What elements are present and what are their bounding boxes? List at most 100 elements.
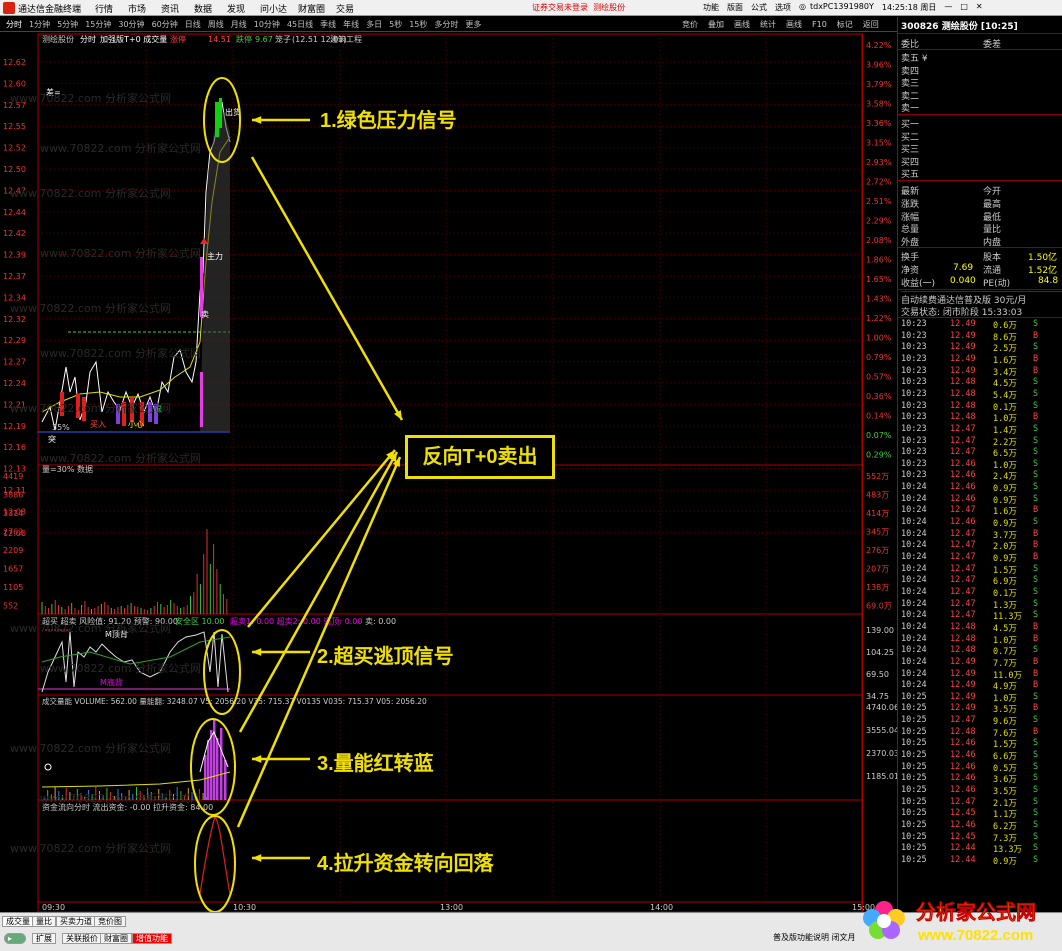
chart-tool-button[interactable]: 叠加 (708, 19, 724, 30)
menu-item[interactable]: 市场 (128, 2, 161, 15)
tick-time: 10:23 (901, 319, 927, 329)
chart-tool-button[interactable]: 画线 (786, 19, 802, 30)
price-tick: 12.55 (3, 122, 26, 131)
period-tab[interactable]: 分时 (6, 19, 22, 30)
chart-tool-button[interactable]: 返回 (863, 19, 879, 30)
trade-tick-row: 10:24 12.47 0.9万 B (898, 552, 1062, 564)
period-tab[interactable]: 月线 (231, 19, 247, 30)
callout-volume-red-blue: 3.量能红转蓝 (317, 753, 434, 775)
tick-price: 12.47 (950, 540, 976, 551)
tab-extend[interactable]: 扩展 (32, 933, 56, 944)
trade-tick-row: 10:23 12.49 3.4万 B (898, 366, 1062, 378)
menu-item[interactable]: 数据 (194, 2, 227, 15)
period-tab[interactable]: 更多 (465, 19, 481, 30)
options-menu[interactable]: 选项 (775, 2, 791, 13)
trade-tick-row: 10:23 12.48 4.5万 S (898, 377, 1062, 389)
chart-tool-button[interactable]: F10 (812, 20, 827, 29)
func-menu[interactable]: 功能 (703, 2, 719, 13)
tab-volume-ratio[interactable]: 量比 (32, 916, 56, 927)
formula-menu[interactable]: 公式 (751, 2, 767, 13)
period-tab[interactable]: 年线 (343, 19, 359, 30)
tick-volume: 3.7万 (993, 530, 1017, 541)
menu-item[interactable]: 资讯 (161, 2, 194, 15)
chart-tool-button[interactable]: 竞价 (682, 19, 698, 30)
tick-price: 12.48 (950, 400, 976, 411)
menu-item[interactable]: 问小达 (260, 2, 298, 15)
tick-side: B (1033, 726, 1039, 737)
period-tab[interactable]: 季线 (320, 19, 336, 30)
period-tab[interactable]: 30分钟 (118, 19, 144, 30)
subscription-notice[interactable]: 自动续费通达信普及版 30元/月 (901, 291, 1062, 306)
period-tab[interactable]: 多日 (366, 19, 382, 30)
period-tab[interactable]: 多分时 (434, 19, 458, 30)
period-tab[interactable]: 日线 (185, 19, 201, 30)
login-warning[interactable]: 证券交易未登录 测绘股份 (532, 2, 625, 13)
tab-fortune-circle[interactable]: 财富圈 (100, 933, 132, 944)
tick-time: 10:25 (901, 703, 927, 714)
tab-auction-chart[interactable]: 竞价图 (94, 916, 126, 927)
chart-tool-button[interactable]: 标记 (837, 19, 853, 30)
trade-tick-row: 10:23 12.46 2.4万 S (898, 470, 1062, 482)
ind2-volume-spike (224, 760, 227, 800)
period-tab[interactable]: 10分钟 (254, 19, 280, 30)
stat-label: 最低 (983, 212, 1002, 223)
chart-tool-button[interactable]: 画线 (734, 19, 750, 30)
tick-price: 12.49 (950, 656, 976, 667)
tick-volume: 1.0万 (993, 693, 1017, 704)
quote-divider (898, 180, 1062, 181)
pct-tick: 2.93% (866, 158, 892, 167)
trade-tick-row: 10:23 12.47 6.5万 S (898, 447, 1062, 459)
pct-tick: 1.43% (866, 295, 892, 304)
period-tab[interactable]: 5分钟 (57, 19, 78, 30)
price-tick: 12.42 (3, 229, 26, 238)
menu-item[interactable]: 交易 (336, 2, 369, 15)
watermark: www.70822.com 分析家公式网 (10, 91, 171, 105)
trade-tick-row: 10:25 12.47 2.1万 S (898, 797, 1062, 809)
tab-volume[interactable]: 成交量 (2, 916, 34, 927)
menu-item[interactable]: 发现 (227, 2, 260, 15)
period-tab[interactable]: 15秒 (409, 19, 427, 30)
tick-price: 12.47 (950, 796, 976, 807)
bid-level: 买三 (901, 145, 920, 155)
period-tab[interactable]: 15分钟 (85, 19, 111, 30)
user-icon[interactable]: ◎ (799, 2, 806, 13)
tick-time: 10:25 (901, 785, 927, 795)
price-tick: 12.19 (3, 422, 26, 431)
pct-tick: 0.36% (866, 392, 892, 401)
time-label: 13:00 (440, 903, 463, 912)
close-icon[interactable]: ✕ (976, 2, 983, 13)
tab-buy-sell-force[interactable]: 买卖力道 (56, 916, 96, 927)
period-tab[interactable]: 周线 (208, 19, 224, 30)
layout-menu[interactable]: 版面 (727, 2, 743, 13)
minimize-icon[interactable]: — (944, 2, 952, 13)
toggle-switch[interactable]: ▸ (4, 933, 26, 944)
tick-volume: 2.1万 (993, 798, 1017, 809)
limit-down-label: 跌停 (236, 34, 252, 44)
menu-item[interactable]: 行情 (95, 2, 128, 15)
chart-tool-button[interactable]: 统计 (760, 19, 776, 30)
period-tab[interactable]: 5秒 (389, 19, 402, 30)
period-tab[interactable]: 1分钟 (29, 19, 50, 30)
trade-tick-row: 10:24 12.49 7.7万 B (898, 657, 1062, 669)
trade-tick-row: 10:25 12.46 3.5万 S (898, 785, 1062, 797)
tick-time: 10:25 (901, 808, 927, 819)
tick-price: 12.47 (950, 598, 976, 609)
tab-related-quote[interactable]: 关联报价 (62, 933, 102, 944)
flower-icon (863, 901, 905, 939)
tick-price: 12.47 (950, 447, 976, 458)
pct-tick: 1.00% (866, 334, 892, 343)
tick-side: S (1033, 645, 1039, 656)
bid-level: 买四 (901, 157, 920, 168)
tick-volume: 6.5万 (993, 449, 1017, 460)
menu-item[interactable]: 财富圈 (298, 2, 336, 15)
tab-value-added[interactable]: 增值功能 (132, 933, 172, 944)
period-tab[interactable]: 45日线 (287, 19, 313, 30)
tick-time: 10:24 (901, 645, 927, 656)
tick-time: 10:25 (901, 750, 927, 761)
tick-price: 12.49 (950, 319, 976, 329)
period-tab[interactable]: 60分钟 (152, 19, 178, 30)
maximize-icon[interactable]: □ (960, 2, 968, 13)
volume-right-tick: 138万 (866, 583, 889, 592)
tick-price: 12.49 (950, 353, 976, 364)
time-label: 10:30 (233, 903, 256, 912)
